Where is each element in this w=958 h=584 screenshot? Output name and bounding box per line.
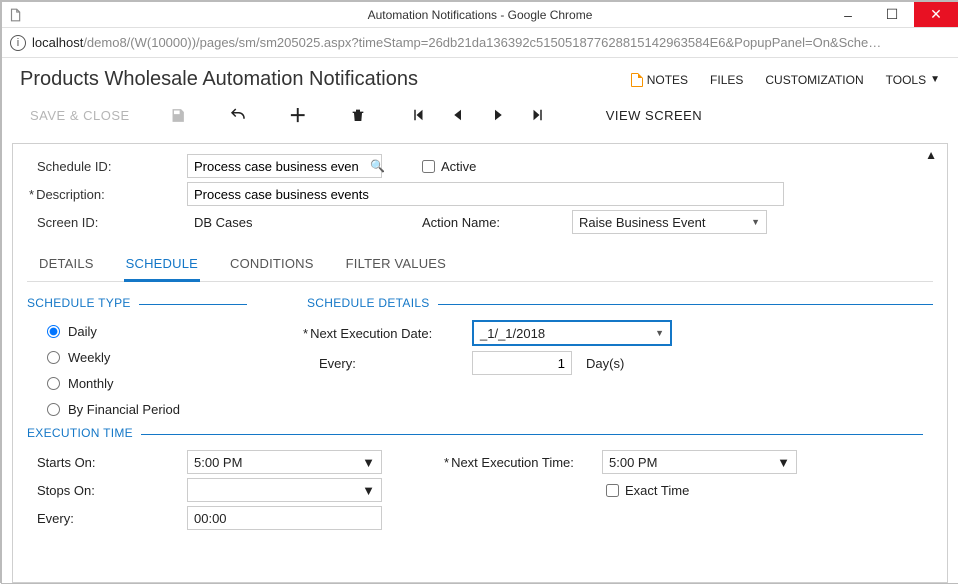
- action-name-value: Raise Business Event: [579, 215, 705, 230]
- add-button[interactable]: ＋: [282, 101, 314, 129]
- chevron-down-icon: ▼: [362, 483, 375, 498]
- tab-schedule[interactable]: SCHEDULE: [124, 250, 200, 282]
- schedule-id-field[interactable]: [194, 159, 370, 174]
- nav-last-button[interactable]: [522, 101, 554, 129]
- chevron-down-icon: ▼: [655, 328, 664, 338]
- exec-every-label: Every:: [27, 511, 187, 526]
- stops-on-input[interactable]: ▼: [187, 478, 382, 502]
- schedule-type-monthly[interactable]: Monthly: [27, 370, 247, 396]
- exact-time-label: Exact Time: [625, 483, 689, 498]
- url-path: /demo8/(W(10000))/pages/sm/sm205025.aspx…: [83, 35, 881, 50]
- notes-button[interactable]: NOTES: [631, 73, 688, 87]
- exact-time-checkbox-input[interactable]: [606, 484, 619, 497]
- next-exec-date-label: *Next Execution Date:: [307, 326, 472, 341]
- form-card: ▲ Schedule ID: 🔍 Active *Description: Sc…: [12, 143, 948, 583]
- tab-filter-values[interactable]: FILTER VALUES: [344, 250, 448, 281]
- schedule-id-label: Schedule ID:: [27, 159, 187, 174]
- tab-conditions[interactable]: CONDITIONS: [228, 250, 316, 281]
- schedule-type-weekly[interactable]: Weekly: [27, 344, 247, 370]
- files-button[interactable]: FILES: [710, 73, 743, 87]
- schedule-type-financial-period[interactable]: By Financial Period: [27, 396, 247, 422]
- tab-bar: DETAILS SCHEDULE CONDITIONS FILTER VALUE…: [27, 250, 933, 282]
- every-unit: Day(s): [586, 356, 624, 371]
- chevron-down-icon: ▼: [930, 74, 940, 85]
- nav-next-button[interactable]: [482, 101, 514, 129]
- starts-on-label: Starts On:: [27, 455, 187, 470]
- nav-first-button[interactable]: [402, 101, 434, 129]
- next-exec-date-input[interactable]: _1/_1/2018 ▼: [472, 320, 672, 346]
- site-info-icon[interactable]: i: [10, 35, 26, 51]
- page-title: Products Wholesale Automation Notificati…: [20, 68, 418, 91]
- app-header: Products Wholesale Automation Notificati…: [2, 58, 958, 95]
- next-exec-date-value: _1/_1/2018: [480, 326, 545, 341]
- chevron-down-icon: ▼: [751, 217, 760, 227]
- customization-button[interactable]: CUSTOMIZATION: [765, 73, 863, 87]
- chevron-down-icon: ▼: [362, 455, 375, 470]
- exec-every-value: 00:00: [194, 511, 227, 526]
- active-label: Active: [441, 159, 476, 174]
- every-input[interactable]: [472, 351, 572, 375]
- active-checkbox[interactable]: Active: [422, 159, 476, 174]
- window-title: Automation Notifications - Google Chrome: [2, 8, 958, 22]
- window-titlebar: Automation Notifications - Google Chrome…: [2, 2, 958, 28]
- delete-button[interactable]: [342, 101, 374, 129]
- description-label: *Description:: [27, 187, 187, 202]
- schedule-details-section-title: SCHEDULE DETAILS: [307, 296, 933, 310]
- schedule-id-input[interactable]: 🔍: [187, 154, 382, 178]
- schedule-type-daily[interactable]: Daily: [27, 318, 247, 344]
- undo-button[interactable]: [222, 101, 254, 129]
- action-name-select[interactable]: Raise Business Event ▼: [572, 210, 767, 234]
- screen-id-value: DB Cases: [187, 210, 382, 234]
- browser-address-bar: i localhost/demo8/(W(10000))/pages/sm/sm…: [2, 28, 958, 58]
- collapse-caret-icon[interactable]: ▲: [925, 148, 937, 162]
- stops-on-label: Stops On:: [27, 483, 187, 498]
- notes-label: NOTES: [647, 73, 688, 87]
- next-exec-time-label: *Next Execution Time:: [442, 455, 602, 470]
- description-field[interactable]: [194, 187, 777, 202]
- description-input[interactable]: [187, 182, 784, 206]
- window-maximize-button[interactable]: ☐: [870, 2, 914, 27]
- chevron-down-icon: ▼: [777, 455, 790, 470]
- execution-time-section-title: EXECUTION TIME: [27, 426, 923, 440]
- save-button[interactable]: [162, 101, 194, 129]
- screen-id-label: Screen ID:: [27, 215, 187, 230]
- next-exec-time-value: 5:00 PM: [609, 455, 657, 470]
- tools-button[interactable]: TOOLS ▼: [886, 73, 940, 87]
- nav-prev-button[interactable]: [442, 101, 474, 129]
- notes-icon: [631, 73, 643, 87]
- save-and-close-button[interactable]: SAVE & CLOSE: [26, 108, 134, 123]
- action-name-label: Action Name:: [422, 215, 572, 230]
- starts-on-input[interactable]: 5:00 PM ▼: [187, 450, 382, 474]
- window-minimize-button[interactable]: –: [826, 2, 870, 27]
- schedule-type-section-title: SCHEDULE TYPE: [27, 296, 247, 310]
- search-icon[interactable]: 🔍: [370, 159, 385, 173]
- next-exec-time-input[interactable]: 5:00 PM ▼: [602, 450, 797, 474]
- view-screen-button[interactable]: VIEW SCREEN: [602, 108, 707, 123]
- every-label: Every:: [307, 356, 472, 371]
- tab-details[interactable]: DETAILS: [37, 250, 96, 281]
- window-close-button[interactable]: ✕: [914, 2, 958, 27]
- toolbar: SAVE & CLOSE ＋ VIEW SCREEN: [2, 95, 958, 139]
- url-host: localhost: [32, 35, 83, 50]
- exact-time-checkbox[interactable]: Exact Time: [606, 483, 689, 498]
- starts-on-value: 5:00 PM: [194, 455, 242, 470]
- active-checkbox-input[interactable]: [422, 160, 435, 173]
- url-text[interactable]: localhost/demo8/(W(10000))/pages/sm/sm20…: [32, 35, 950, 50]
- page-icon: [8, 8, 22, 22]
- exec-every-input[interactable]: 00:00: [187, 506, 382, 530]
